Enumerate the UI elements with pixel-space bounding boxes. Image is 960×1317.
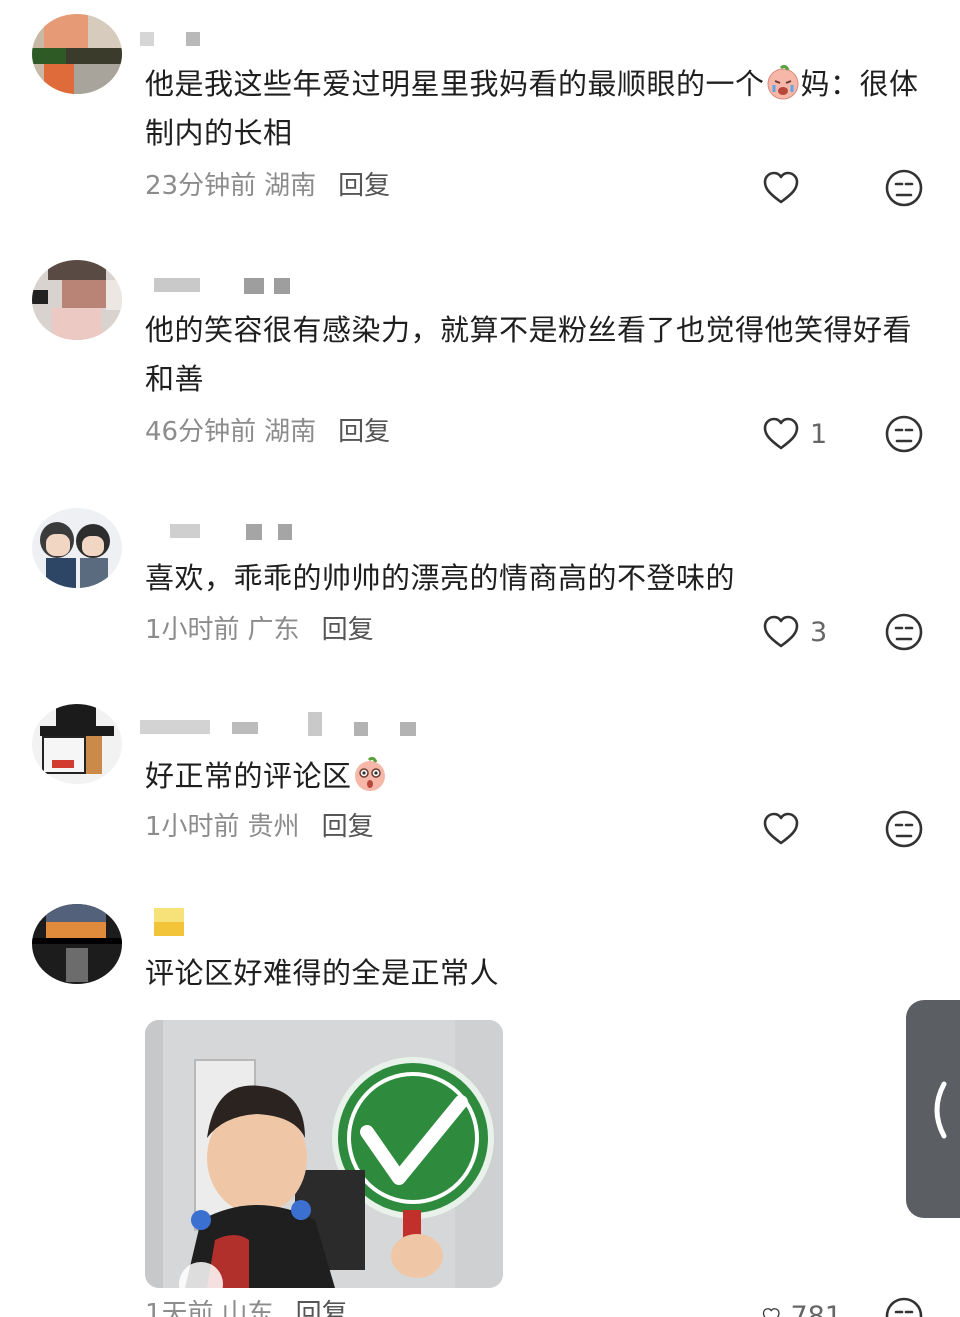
comment-time: 23分钟前 bbox=[145, 171, 257, 201]
comment-location: 广东 bbox=[247, 615, 300, 645]
dislike-face-icon bbox=[885, 613, 923, 651]
comment-meta: 46分钟前 湖南 回复 bbox=[145, 414, 390, 450]
like-count: 781 bbox=[790, 1300, 842, 1317]
comment-time: 46分钟前 bbox=[145, 417, 257, 447]
reaction-image-green-check bbox=[145, 1020, 503, 1288]
comment-time: 1天前 bbox=[145, 1299, 214, 1317]
dislike-face-icon bbox=[885, 810, 923, 848]
comment-text: 评论区好难得的全是正常人 bbox=[145, 956, 500, 990]
dislike-face-icon bbox=[885, 1297, 923, 1317]
dislike-button[interactable] bbox=[884, 1296, 924, 1317]
shocked-face-emoji bbox=[352, 756, 388, 792]
heart-icon bbox=[763, 417, 799, 450]
comment-image[interactable] bbox=[145, 1020, 503, 1288]
like-button[interactable]: 781 bbox=[762, 1296, 842, 1317]
username-blurred[interactable] bbox=[140, 524, 300, 544]
user-avatar[interactable] bbox=[32, 508, 122, 588]
chevron-left-icon bbox=[934, 1081, 947, 1139]
like-count: 3 bbox=[810, 616, 828, 648]
comment-meta: 1天前 山东 回复 bbox=[145, 1296, 348, 1317]
heart-icon bbox=[762, 1308, 780, 1317]
comment-text: 他的笑容很有感染力，就算不是粉丝看了也觉得他笑得好看和善 bbox=[145, 313, 913, 396]
comment-meta: 1小时前 贵州 回复 bbox=[145, 809, 374, 845]
comment-text: 他是我这些年爱过明星里我妈看的最顺眼的一个 妈：很体制内的长相 bbox=[145, 60, 930, 158]
dislike-button[interactable] bbox=[884, 809, 924, 849]
comment-location: 山东 bbox=[221, 1299, 274, 1317]
dislike-face-icon bbox=[885, 415, 923, 453]
dislike-button[interactable] bbox=[884, 612, 924, 652]
like-count: 1 bbox=[810, 418, 828, 450]
heart-icon bbox=[763, 615, 799, 648]
user-avatar[interactable] bbox=[32, 14, 122, 94]
comment-text-main: 他是我这些年爱过明星里我妈看的最顺眼的一个 bbox=[145, 67, 765, 101]
reply-button[interactable]: 回复 bbox=[338, 171, 390, 201]
comment-location: 贵州 bbox=[247, 812, 300, 842]
reply-button[interactable]: 回复 bbox=[296, 1299, 348, 1317]
comment-meta: 23分钟前 湖南 回复 bbox=[145, 168, 390, 204]
username-blurred[interactable] bbox=[140, 278, 300, 298]
reply-button[interactable]: 回复 bbox=[338, 417, 390, 447]
comment-location: 湖南 bbox=[264, 171, 317, 201]
dislike-face-icon bbox=[885, 169, 923, 207]
reply-button[interactable]: 回复 bbox=[322, 812, 374, 842]
user-avatar[interactable] bbox=[32, 260, 122, 340]
heart-icon bbox=[763, 812, 799, 845]
side-panel-tab[interactable] bbox=[906, 1000, 960, 1218]
comment-text: 好正常的评论区 bbox=[145, 752, 930, 801]
comment-text: 喜欢，乖乖的帅帅的漂亮的情商高的不登味的 bbox=[145, 561, 736, 595]
comment-location: 湖南 bbox=[264, 417, 317, 447]
username-blurred[interactable] bbox=[140, 908, 200, 936]
like-button[interactable] bbox=[762, 809, 842, 849]
comment-time: 1小时前 bbox=[145, 812, 240, 842]
reply-button[interactable]: 回复 bbox=[322, 615, 374, 645]
like-button[interactable] bbox=[762, 168, 842, 208]
username-blurred[interactable] bbox=[140, 32, 240, 52]
crying-face-emoji bbox=[765, 64, 801, 100]
user-avatar[interactable] bbox=[32, 904, 122, 984]
heart-icon bbox=[763, 171, 799, 204]
comment-time: 1小时前 bbox=[145, 615, 240, 645]
username-blurred[interactable] bbox=[140, 712, 420, 736]
user-avatar[interactable] bbox=[32, 704, 122, 784]
dislike-button[interactable] bbox=[884, 414, 924, 454]
comment-meta: 1小时前 广东 回复 bbox=[145, 612, 374, 648]
dislike-button[interactable] bbox=[884, 168, 924, 208]
like-button[interactable]: 3 bbox=[762, 612, 842, 652]
like-button[interactable]: 1 bbox=[762, 414, 842, 454]
comment-text-main: 好正常的评论区 bbox=[145, 759, 352, 793]
